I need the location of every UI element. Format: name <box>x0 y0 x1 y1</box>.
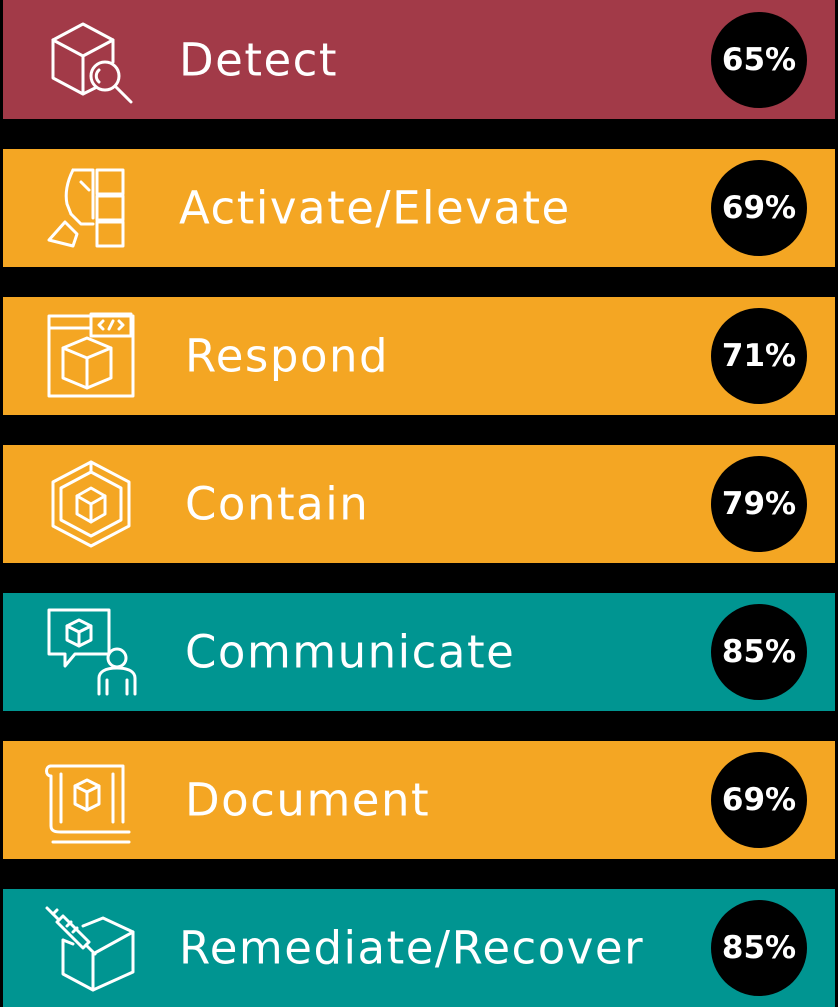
label-respond: Respond <box>185 329 390 383</box>
contained-box-icon <box>43 456 139 552</box>
hand-boxes-icon <box>43 160 139 256</box>
bar-detect: Detect 65% <box>3 0 835 119</box>
box-magnifier-icon <box>43 12 139 108</box>
percent-badge-document: 69% <box>711 752 807 848</box>
percent-badge-respond: 71% <box>711 308 807 404</box>
percent-badge-detect: 65% <box>711 11 807 108</box>
bar-respond: Respond 71% <box>3 297 835 415</box>
code-window-box-icon <box>43 308 139 404</box>
chat-person-icon <box>43 604 139 700</box>
percent-badge-contain: 79% <box>711 456 807 552</box>
bar-contain: Contain 79% <box>3 445 835 563</box>
label-activate-elevate: Activate/Elevate <box>179 181 571 235</box>
bar-activate-elevate: Activate/Elevate 69% <box>3 149 835 267</box>
syringe-box-icon <box>43 900 139 996</box>
label-contain: Contain <box>185 477 370 531</box>
percent-badge-remediate-recover: 85% <box>711 900 807 996</box>
percent-badge-communicate: 85% <box>711 604 807 700</box>
percent-badge-activate-elevate: 69% <box>711 160 807 256</box>
label-detect: Detect <box>179 33 339 86</box>
bar-remediate-recover: Remediate/Recover 85% <box>3 889 835 1007</box>
document-box-icon <box>43 752 139 848</box>
bar-document: Document 69% <box>3 741 835 859</box>
label-document: Document <box>185 773 431 827</box>
label-remediate-recover: Remediate/Recover <box>179 921 645 975</box>
label-communicate: Communicate <box>185 625 516 679</box>
bar-communicate: Communicate 85% <box>3 593 835 711</box>
